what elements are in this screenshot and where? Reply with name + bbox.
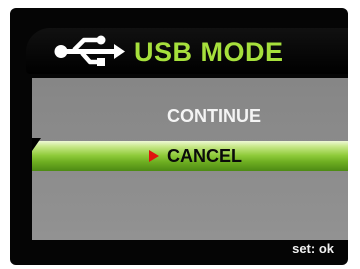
- triangle-right-icon: [149, 150, 159, 162]
- usb-icon: [54, 35, 125, 66]
- camera-screen: USB MODE CONTINUE CANCEL set: ok: [10, 8, 348, 265]
- menu-item-cancel[interactable]: CANCEL: [167, 145, 242, 167]
- button-hint: set: ok: [292, 241, 334, 256]
- page-title: USB MODE: [134, 37, 284, 67]
- menu-item-continue[interactable]: CONTINUE: [167, 105, 261, 127]
- selection-tick: [32, 138, 41, 151]
- menu-panel: CONTINUE CANCEL: [32, 78, 348, 240]
- title-bar: USB MODE: [26, 28, 348, 74]
